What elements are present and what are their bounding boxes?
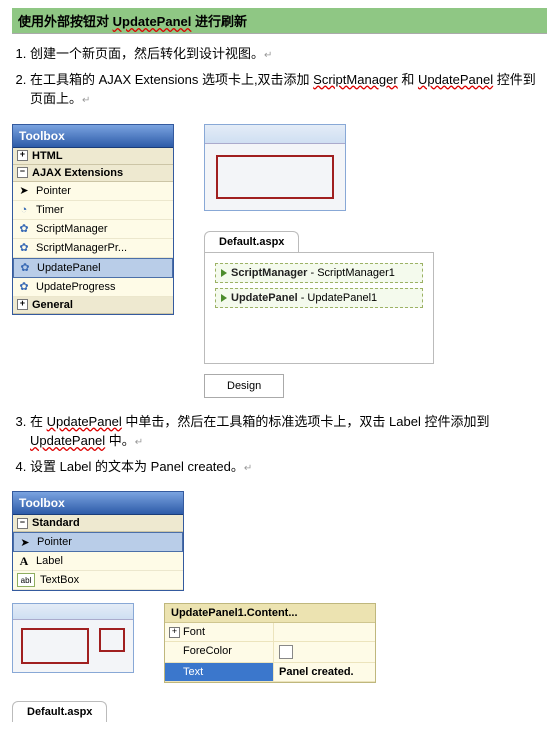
toolbox-item-pointer[interactable]: ➤Pointer xyxy=(13,182,173,201)
toolbox-item-scriptmanagerproxy[interactable]: ✿ScriptManagerPr... xyxy=(13,239,173,258)
step: 在工具箱的 AJAX Extensions 选项卡上,双击添加 ScriptMa… xyxy=(30,70,547,109)
property-row-forecolor[interactable]: ForeColor xyxy=(165,642,375,663)
toolbox-title: Toolbox xyxy=(13,492,183,515)
window-titlebar xyxy=(205,125,345,144)
toolbox-item-timer[interactable]: ◔Timer xyxy=(13,201,173,220)
color-swatch-icon[interactable] xyxy=(279,645,293,659)
default-aspx-bottom: Default.aspx xyxy=(12,701,547,722)
tag-icon xyxy=(221,269,227,277)
expand-icon[interactable]: + xyxy=(17,150,28,161)
step-list: 创建一个新页面，然后转化到设计视图。↵ 在工具箱的 AJAX Extension… xyxy=(30,44,547,109)
default-aspx-panel: Default.aspx ScriptManager - ScriptManag… xyxy=(204,231,434,398)
gear-icon: ✿ xyxy=(17,280,31,294)
toolbox-title: Toolbox xyxy=(13,125,173,148)
toolbox-item-updateprogress[interactable]: ✿UpdateProgress xyxy=(13,278,173,297)
toolbox-item-textbox[interactable]: ablTextBox xyxy=(13,571,183,590)
highlight-box xyxy=(216,155,334,199)
property-row-font[interactable]: +Font xyxy=(165,623,375,642)
tab-default-aspx[interactable]: Default.aspx xyxy=(204,231,299,252)
control-scriptmanager[interactable]: ScriptManager - ScriptManager1 xyxy=(215,263,423,283)
property-value-text[interactable]: Panel created. xyxy=(274,663,375,681)
tag-icon xyxy=(221,294,227,302)
gear-icon: ✿ xyxy=(17,241,31,255)
expand-icon[interactable]: + xyxy=(17,299,28,310)
toolbox-item-scriptmanager[interactable]: ✿ScriptManager xyxy=(13,220,173,239)
properties-title: UpdatePanel1.Content... xyxy=(165,604,375,623)
step: 设置 Label 的文本为 Panel created。↵ xyxy=(30,457,547,477)
gear-icon: ✿ xyxy=(17,222,31,236)
toolbox-item-updatepanel[interactable]: ✿UpdatePanel xyxy=(13,258,173,278)
designer-preview-small xyxy=(12,603,134,673)
tab-default-aspx[interactable]: Default.aspx xyxy=(12,701,107,722)
page-title: 使用外部按钮对 UpdatePanel 进行刷新 xyxy=(12,8,547,34)
toolbox-group-html[interactable]: +HTML xyxy=(13,148,173,165)
toolbox-group-general[interactable]: +General xyxy=(13,297,173,314)
highlight-box xyxy=(21,628,89,664)
toolbox-item-pointer[interactable]: ➤Pointer xyxy=(13,532,183,552)
pointer-icon: ➤ xyxy=(17,184,31,198)
window-titlebar xyxy=(13,604,133,620)
control-updatepanel[interactable]: UpdatePanel - UpdatePanel1 xyxy=(215,288,423,308)
heading-keyword: UpdatePanel xyxy=(113,14,192,29)
toolbox-item-label[interactable]: ALabel xyxy=(13,552,183,571)
step: 创建一个新页面，然后转化到设计视图。↵ xyxy=(30,44,547,64)
pointer-icon: ➤ xyxy=(18,535,32,549)
collapse-icon[interactable]: − xyxy=(17,518,28,529)
collapse-icon[interactable]: − xyxy=(17,167,28,178)
expand-icon[interactable]: + xyxy=(169,627,180,638)
properties-panel: UpdatePanel1.Content... +Font ForeColor … xyxy=(164,603,376,683)
property-row-text[interactable]: Text Panel created. xyxy=(165,663,375,682)
step: 在 UpdatePanel 中单击，然后在工具箱的标准选项卡上，双击 Label… xyxy=(30,412,547,451)
toolbox-group-standard[interactable]: −Standard xyxy=(13,515,183,532)
toolbox-group-ajax[interactable]: −AJAX Extensions xyxy=(13,165,173,182)
timer-icon: ◔ xyxy=(17,203,31,217)
toolbox-panel: Toolbox +HTML −AJAX Extensions ➤Pointer … xyxy=(12,124,174,315)
designer-preview xyxy=(204,124,346,211)
toolbox-panel-standard: Toolbox −Standard ➤Pointer ALabel ablTex… xyxy=(12,491,184,591)
step-list: 在 UpdatePanel 中单击，然后在工具箱的标准选项卡上，双击 Label… xyxy=(30,412,547,477)
label-icon: A xyxy=(17,554,31,568)
highlight-box xyxy=(99,628,125,652)
gear-icon: ✿ xyxy=(18,261,32,275)
design-button[interactable]: Design xyxy=(204,374,284,398)
textbox-icon: abl xyxy=(17,573,35,587)
